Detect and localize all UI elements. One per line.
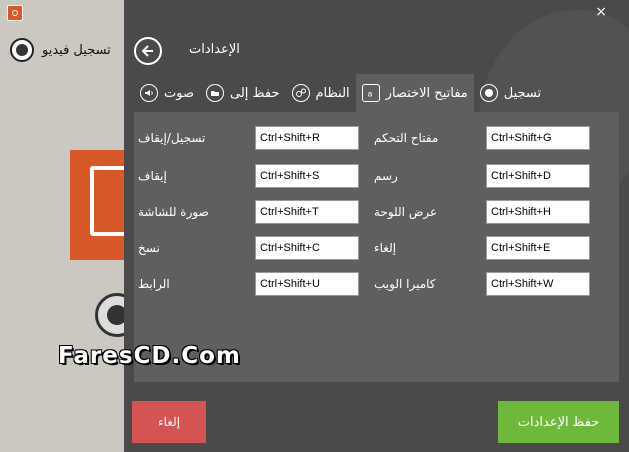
hotkey-label: إيقاف — [138, 169, 167, 183]
hotkey-row: إيقاف Ctrl+Shift+S رسم Ctrl+Shift+D — [134, 164, 619, 190]
hotkey-input[interactable]: Ctrl+Shift+H — [486, 200, 590, 224]
hotkey-input[interactable]: Ctrl+Shift+W — [486, 272, 590, 296]
hotkey-label: إلغاء — [374, 241, 397, 255]
app-logo-icon — [7, 5, 23, 21]
hotkeys-content: تسجيل/إيقاف Ctrl+Shift+R مفتاح التحكم Ct… — [134, 112, 619, 382]
record-icon — [479, 84, 498, 102]
hotkey-label: عرض اللوحة — [374, 205, 438, 219]
back-arrow-icon[interactable] — [134, 37, 162, 65]
hotkey-row: تسجيل/إيقاف Ctrl+Shift+R مفتاح التحكم Ct… — [134, 126, 619, 152]
hotkey-label: نسخ — [138, 241, 160, 255]
tab-system-label: النظام — [315, 85, 350, 101]
watermark-text: FaresCD.Com — [58, 343, 241, 369]
hotkey-label: صورة للشاشة — [138, 205, 209, 219]
hotkey-label: تسجيل/إيقاف — [138, 131, 206, 145]
hotkey-input[interactable]: Ctrl+Shift+G — [486, 126, 590, 150]
hotkey-label: الرابط — [138, 277, 170, 291]
svg-text:a: a — [367, 90, 372, 99]
hotkey-label: مفتاح التحكم — [374, 131, 439, 145]
hotkey-input[interactable]: Ctrl+Shift+E — [486, 236, 590, 260]
hotkey-input[interactable]: Ctrl+Shift+T — [255, 200, 359, 224]
save-settings-button[interactable]: حفظ الإعدادات — [498, 401, 619, 443]
hotkey-row: الرابط Ctrl+Shift+U كاميرا الويب Ctrl+Sh… — [134, 272, 619, 298]
record-video-label: تسجيل فيديو — [42, 42, 111, 58]
hotkey-input[interactable]: Ctrl+Shift+D — [486, 164, 590, 188]
hotkey-input[interactable]: Ctrl+Shift+C — [255, 236, 359, 260]
tab-sound[interactable]: صوت — [134, 74, 200, 112]
folder-icon — [206, 84, 224, 102]
tab-save-to-label: حفظ إلى — [230, 85, 280, 101]
hotkey-input[interactable]: Ctrl+Shift+S — [255, 164, 359, 188]
cancel-button[interactable]: إلغاء — [132, 401, 206, 443]
close-icon[interactable]: × — [595, 4, 607, 20]
hotkey-label: رسم — [374, 169, 398, 183]
tab-hotkeys[interactable]: a مفاتيح الاختصار — [355, 74, 474, 112]
panel-title: الإعدادات — [189, 42, 240, 57]
tab-record[interactable]: تسجيل — [474, 74, 547, 112]
hotkey-row: صورة للشاشة Ctrl+Shift+T عرض اللوحة Ctrl… — [134, 200, 619, 226]
tab-record-label: تسجيل — [503, 85, 542, 101]
tab-system[interactable]: النظام — [286, 74, 356, 112]
record-video-option[interactable]: تسجيل فيديو — [10, 38, 111, 62]
speaker-icon — [140, 84, 158, 102]
hotkey-input[interactable]: Ctrl+Shift+R — [255, 126, 359, 150]
tab-save-to[interactable]: حفظ إلى — [200, 74, 286, 112]
hotkey-label: كاميرا الويب — [374, 277, 436, 291]
keyboard-icon: a — [361, 84, 380, 102]
settings-tabs: صوت حفظ إلى النظام a مفاتيح الاختصار تسج… — [134, 74, 547, 112]
record-video-radio-icon[interactable] — [10, 38, 34, 62]
hotkey-input[interactable]: Ctrl+Shift+U — [255, 272, 359, 296]
settings-panel: × الإعدادات صوت حفظ إلى النظام a مفاتيح … — [124, 0, 629, 452]
tab-sound-label: صوت — [164, 85, 194, 101]
tab-hotkeys-label: مفاتيح الاختصار — [385, 85, 468, 101]
hotkey-row: نسخ Ctrl+Shift+C إلغاء Ctrl+Shift+E — [134, 236, 619, 262]
gears-icon — [291, 84, 310, 102]
